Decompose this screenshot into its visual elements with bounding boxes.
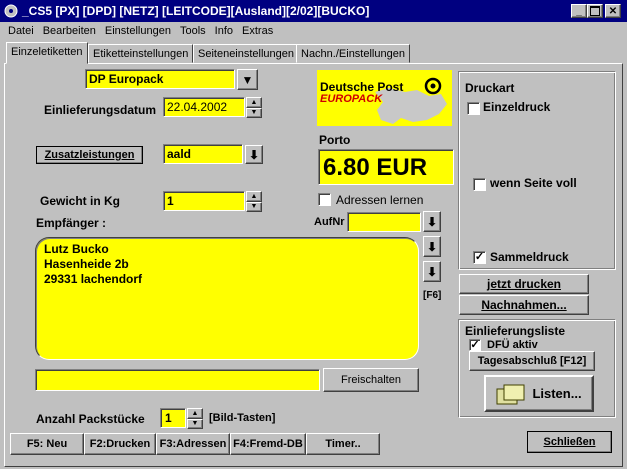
check-icon: ✓ — [474, 251, 485, 263]
logo-line2: EUROPACK — [320, 93, 383, 105]
zusatzleistungen-button[interactable]: Zusatzleistungen — [36, 146, 143, 164]
anzahl-value: 1 — [165, 411, 172, 425]
wenn-seite-voll-label[interactable]: wenn Seite voll — [490, 176, 577, 190]
arrow-down-icon: ⬇ — [426, 239, 438, 254]
jetzt-drucken-button[interactable]: jetzt drucken — [459, 274, 589, 294]
close-button[interactable]: ✕ — [605, 4, 621, 18]
deutsche-post-logo: Deutsche Post EUROPACK — [317, 70, 452, 126]
arrow-down-icon: ⬇ — [426, 264, 438, 279]
f6-label: [F6] — [423, 290, 442, 301]
druckart-title: Druckart — [465, 81, 515, 95]
spin-down-icon[interactable]: ▼ — [187, 418, 203, 429]
empfaenger-label: Empfänger : — [36, 216, 107, 230]
gewicht-value: 1 — [167, 194, 174, 208]
minimize-button[interactable]: _ — [571, 4, 587, 18]
spin-up-icon[interactable]: ▲ — [187, 408, 203, 419]
gewicht-field[interactable]: 1 — [163, 191, 245, 211]
menu-info[interactable]: Info — [215, 25, 233, 41]
address-line: Lutz Bucko — [44, 242, 109, 256]
menu-datei[interactable]: Datei — [8, 25, 34, 41]
einzeldruck-checkbox[interactable] — [467, 102, 480, 115]
bild-tasten-label: [Bild-Tasten] — [209, 412, 276, 424]
zusatzleistungen-field[interactable]: aald — [163, 144, 243, 164]
tagesabschluss-button[interactable]: Tagesabschluß [F12] — [469, 351, 595, 371]
listen-button[interactable]: Listen... — [484, 375, 594, 412]
address-line: Hasenheide 2b — [44, 257, 129, 271]
adressen-button[interactable]: F3:Adressen — [156, 433, 230, 455]
service-value: DP Europack — [89, 72, 164, 86]
zusatzleistungen-dropdown-button[interactable]: ⬇ — [245, 145, 263, 164]
check-icon: ✓ — [470, 338, 480, 351]
aufnr-label: AufNr — [314, 216, 345, 228]
adressen-lernen-label[interactable]: Adressen lernen — [336, 193, 423, 207]
folder-icon — [496, 384, 525, 404]
einlieferungsdatum-label: Einlieferungsdatum — [44, 103, 157, 117]
tab-seiteneinstellungen[interactable]: Seiteneinstellungen — [193, 44, 300, 63]
aufnr-field[interactable] — [347, 212, 421, 232]
service-dropdown-button[interactable]: ▼ — [237, 69, 258, 90]
window-title: _CS5 [PX] [DPD] [NETZ] [LEITCODE][Auslan… — [22, 4, 370, 18]
neu-button[interactable]: F5: Neu — [10, 433, 84, 455]
arrow-down-icon: ⬇ — [426, 214, 438, 229]
zusatzleistungen-value: aald — [167, 147, 192, 161]
chevron-down-icon: ▼ — [241, 72, 254, 87]
arrow-down-icon: ⬇ — [248, 147, 260, 162]
freischalten-field[interactable] — [35, 369, 320, 391]
address-down-button-1[interactable]: ⬇ — [423, 236, 441, 257]
wenn-seite-voll-checkbox[interactable] — [473, 178, 486, 191]
posthorn-icon — [424, 77, 442, 95]
menu-bearbeiten[interactable]: Bearbeiten — [43, 25, 96, 41]
sammeldruck-checkbox[interactable]: ✓ — [473, 251, 486, 264]
dfue-checkbox[interactable]: ✓ — [469, 339, 481, 351]
menu-einstellungen[interactable]: Einstellungen — [105, 25, 171, 41]
drucken-button[interactable]: F2:Drucken — [84, 433, 156, 455]
spin-up-icon[interactable]: ▲ — [246, 97, 262, 108]
einlieferungsdatum-field[interactable]: 22.04.2002 — [163, 97, 245, 117]
service-select[interactable]: DP Europack — [85, 69, 235, 89]
porto-value: 6.80 EUR — [323, 154, 428, 181]
sammeldruck-label[interactable]: Sammeldruck — [490, 250, 569, 264]
address-line: 29331 lachendorf — [44, 272, 143, 286]
title-bar: _CS5 [PX] [DPD] [NETZ] [LEITCODE][Auslan… — [0, 0, 627, 22]
logo-line1: Deutsche Post — [320, 80, 404, 94]
menu-tools[interactable]: Tools — [180, 25, 206, 41]
address-down-button-2[interactable]: ⬇ — [423, 261, 441, 282]
porto-label: Porto — [319, 133, 351, 147]
timer-button[interactable]: Timer.. — [306, 433, 380, 455]
menu-bar: Datei Bearbeiten Einstellungen Tools Inf… — [8, 25, 282, 41]
anzahl-label: Anzahl Packstücke — [36, 412, 145, 426]
anzahl-spinner[interactable]: ▲ ▼ — [187, 408, 203, 429]
freischalten-button[interactable]: Freischalten — [323, 368, 419, 392]
address-textarea[interactable]: Lutz Bucko Hasenheide 2b 29331 lachendor… — [35, 237, 419, 360]
fremd-db-button[interactable]: F4:Fremd-DB — [230, 433, 306, 455]
tab-etiketteinstellungen[interactable]: Etiketteinstellungen — [88, 44, 194, 63]
porto-display: 6.80 EUR — [318, 149, 454, 185]
aufnr-down-button[interactable]: ⬇ — [423, 211, 441, 232]
schliessen-button[interactable]: Schließen — [527, 431, 612, 453]
einlieferungsliste-title: Einlieferungsliste — [465, 324, 566, 338]
date-spinner[interactable]: ▲ ▼ — [246, 97, 262, 118]
anzahl-field[interactable]: 1 — [160, 408, 186, 428]
maximize-icon — [590, 6, 600, 16]
nachnahmen-button[interactable]: Nachnahmen... — [459, 295, 589, 315]
gewicht-spinner[interactable]: ▲ ▼ — [246, 191, 262, 212]
spin-down-icon[interactable]: ▼ — [246, 201, 262, 212]
einzeldruck-label[interactable]: Einzeldruck — [483, 100, 550, 114]
menu-extras[interactable]: Extras — [242, 25, 273, 41]
maximize-button[interactable] — [587, 4, 603, 18]
spin-up-icon[interactable]: ▲ — [246, 191, 262, 202]
gewicht-label: Gewicht in Kg — [40, 194, 121, 208]
spin-down-icon[interactable]: ▼ — [246, 107, 262, 118]
tab-einzeletiketten[interactable]: Einzeletiketten — [6, 42, 88, 64]
adressen-lernen-checkbox[interactable] — [318, 193, 331, 206]
dfue-label[interactable]: DFÜ aktiv — [487, 339, 538, 351]
einlieferungsdatum-value: 22.04.2002 — [167, 100, 228, 114]
tab-nachn-einstellungen[interactable]: Nachn./Einstellungen — [296, 44, 410, 63]
app-icon[interactable] — [3, 3, 19, 19]
